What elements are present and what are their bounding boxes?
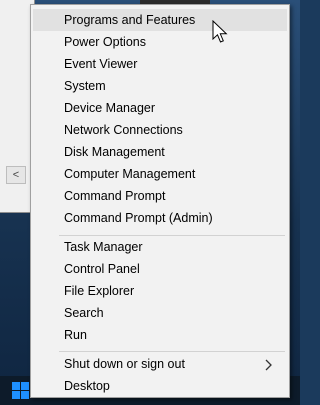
menu-item-task-manager[interactable]: Task Manager	[33, 236, 287, 258]
menu-item-computer-management[interactable]: Computer Management	[33, 163, 287, 185]
winx-context-menu: Programs and Features Power Options Even…	[30, 4, 290, 398]
menu-item-event-viewer[interactable]: Event Viewer	[33, 53, 287, 75]
menu-item-command-prompt[interactable]: Command Prompt	[33, 185, 287, 207]
menu-item-network-connections[interactable]: Network Connections	[33, 119, 287, 141]
menu-item-search[interactable]: Search	[33, 302, 287, 324]
menu-item-disk-management[interactable]: Disk Management	[33, 141, 287, 163]
menu-separator	[59, 351, 285, 352]
menu-item-system[interactable]: System	[33, 75, 287, 97]
menu-item-command-prompt-admin[interactable]: Command Prompt (Admin)	[33, 207, 287, 229]
menu-item-run[interactable]: Run	[33, 324, 287, 346]
menu-item-power-options[interactable]: Power Options	[33, 31, 287, 53]
menu-item-shut-down-or-sign-out[interactable]: Shut down or sign out	[33, 353, 287, 375]
scroll-left-button[interactable]: <	[6, 166, 26, 184]
mouse-cursor-icon	[212, 20, 228, 43]
menu-item-device-manager[interactable]: Device Manager	[33, 97, 287, 119]
windows-logo-icon	[11, 382, 29, 399]
menu-item-control-panel[interactable]: Control Panel	[33, 258, 287, 280]
menu-item-programs-and-features[interactable]: Programs and Features	[33, 9, 287, 31]
chevron-right-icon	[265, 353, 273, 375]
menu-item-desktop[interactable]: Desktop	[33, 375, 287, 397]
menu-item-label: Shut down or sign out	[64, 357, 185, 371]
menu-item-file-explorer[interactable]: File Explorer	[33, 280, 287, 302]
